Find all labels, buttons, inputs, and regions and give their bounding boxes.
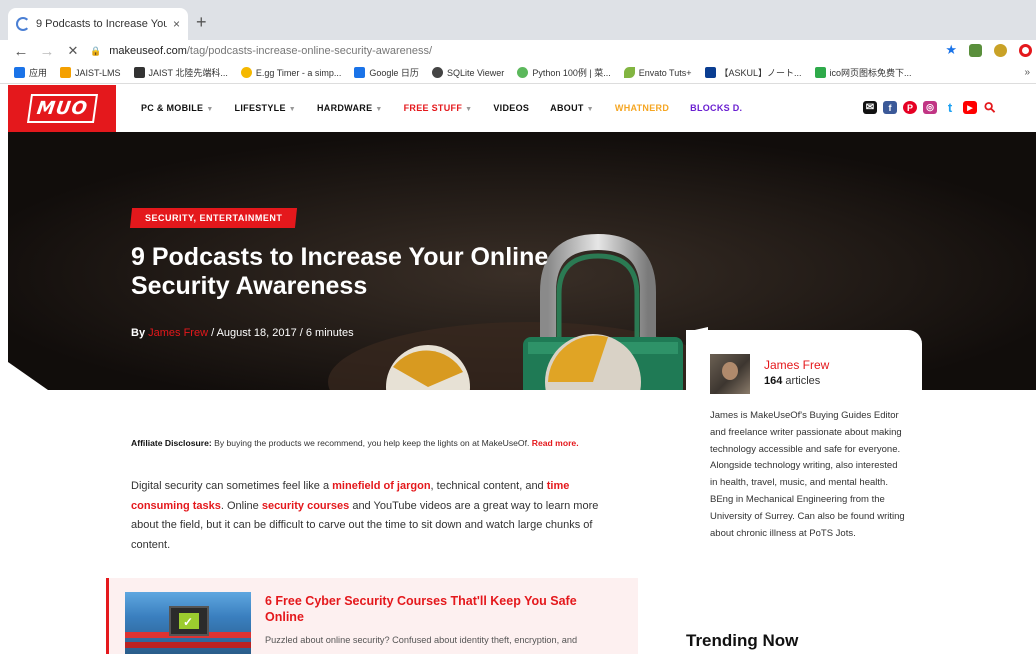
site-header: MUO PC & MOBILE ▼ LIFESTYLE ▼ HARDWARE ▼ FR… xyxy=(8,85,1036,132)
apps-icon xyxy=(14,67,25,78)
bookmark-favicon-icon xyxy=(240,67,252,78)
youtube-icon[interactable]: ▶ xyxy=(963,101,977,114)
related-article-card[interactable]: ✓ 6 Free Cyber Security Courses That'll … xyxy=(106,578,638,654)
bookmark-item[interactable]: JAIST-LMS xyxy=(60,67,121,78)
bookmark-favicon-icon xyxy=(704,67,716,78)
minefield-of-jargon-link[interactable]: minefield of jargon xyxy=(332,480,430,492)
bookmark-star-icon[interactable]: ★ xyxy=(945,42,957,58)
affiliate-disclosure: Affiliate Disclosure: By buying the prod… xyxy=(131,438,579,448)
bookmark-item[interactable]: Python 100例 | 菜... xyxy=(517,66,611,79)
trending-now-heading: Trending Now xyxy=(686,631,799,650)
category-tags[interactable]: SECURITY, ENTERTAINMENT xyxy=(129,208,298,228)
bookmark-item[interactable]: SQLite Viewer xyxy=(431,67,504,78)
address-bar[interactable]: 🔒 makeuseof.com/tag/podcasts-increase-on… xyxy=(90,41,960,61)
url-host: makeuseof.com xyxy=(109,45,187,57)
bookmark-favicon-icon xyxy=(431,67,443,78)
bookmark-item[interactable]: JAIST 北陸先端科... xyxy=(133,66,228,79)
url-path: /tag/podcasts-increase-online-security-a… xyxy=(186,45,433,57)
read-more-link[interactable]: Read more xyxy=(532,438,576,448)
browser-toolbar: ← → ✕ 🔒 makeuseof.com/tag/podcasts-incre… xyxy=(0,40,1036,62)
bookmarks-overflow-button[interactable]: » xyxy=(1024,67,1030,78)
extension-icon[interactable] xyxy=(994,43,1007,57)
byline-by: By xyxy=(131,327,146,339)
related-article-title[interactable]: 6 Free Cyber Security Courses That'll Ke… xyxy=(265,593,605,625)
twitter-icon[interactable]: t xyxy=(943,100,957,115)
byline-author-link[interactable]: James Frew xyxy=(148,327,208,339)
related-article-description: Puzzled about online security? Confused … xyxy=(265,635,578,645)
facebook-icon[interactable]: f xyxy=(883,101,897,114)
bookmark-item[interactable]: Google 日历 xyxy=(354,66,419,79)
bookmarks-bar: 应用 JAIST-LMS JAIST 北陸先端科... E.gg Timer -… xyxy=(0,62,1036,84)
search-icon[interactable]: ⚲ xyxy=(980,98,999,117)
menu-item-pc-mobile[interactable]: PC & MOBILE ▼ xyxy=(141,103,214,113)
author-article-count: 164 articles xyxy=(764,375,821,387)
new-tab-button[interactable]: + xyxy=(196,13,207,31)
author-avatar[interactable] xyxy=(710,354,750,394)
stop-button[interactable]: ✕ xyxy=(62,43,84,59)
bookmark-favicon-icon xyxy=(60,67,72,78)
social-links: ✉ f P ◎ t ▶ ⚲ xyxy=(863,98,999,117)
email-icon[interactable]: ✉ xyxy=(863,101,877,114)
browser-window: 9 Podcasts to Increase Your Onl × + ← → … xyxy=(0,0,1036,654)
menu-item-free-stuff[interactable]: FREE STUFF ▼ xyxy=(404,103,473,113)
extension-icon[interactable] xyxy=(1019,43,1032,57)
related-article-thumbnail[interactable]: ✓ xyxy=(125,592,251,654)
security-courses-link[interactable]: security courses xyxy=(262,500,349,512)
tab-title: 9 Podcasts to Increase Your Onl xyxy=(36,18,167,30)
bookmark-item[interactable]: Envato Tuts+ xyxy=(623,67,692,78)
extension-icons: ★ xyxy=(945,42,1032,58)
forward-button[interactable]: → xyxy=(36,43,58,60)
main-menu: PC & MOBILE ▼ LIFESTYLE ▼ HARDWARE ▼ FREE S… xyxy=(141,103,763,113)
extension-icon[interactable] xyxy=(969,43,982,57)
article-title: 9 Podcasts to Increase Your Online Secur… xyxy=(131,243,549,300)
instagram-icon[interactable]: ◎ xyxy=(923,101,937,114)
bookmark-item[interactable]: 【ASKUL】ノート... xyxy=(704,66,802,79)
author-name-link[interactable]: James Frew xyxy=(764,358,829,372)
bookmark-item[interactable]: ico网页图标免费下... xyxy=(814,66,912,79)
pinterest-icon[interactable]: P xyxy=(903,101,917,114)
lock-icon: 🔒 xyxy=(90,45,102,56)
leaf-icon xyxy=(623,67,635,78)
author-card: James Frew 164 articles James is MakeUse… xyxy=(686,330,922,580)
menu-item-blocks[interactable]: BLOCKS D. xyxy=(690,103,742,113)
loading-spinner-icon xyxy=(16,17,30,31)
menu-item-lifestyle[interactable]: LIFESTYLE ▼ xyxy=(235,103,296,113)
tab-strip: 9 Podcasts to Increase Your Onl × + xyxy=(0,0,1036,40)
byline-meta: / August 18, 2017 / 6 minutes xyxy=(208,327,354,339)
checkmark-icon: ✓ xyxy=(183,615,194,629)
article-intro: Digital security can sometimes feel like… xyxy=(131,480,599,551)
bookmark-favicon-icon xyxy=(814,67,826,78)
active-tab[interactable]: 9 Podcasts to Increase Your Onl × xyxy=(8,8,188,40)
menu-item-about[interactable]: ABOUT ▼ xyxy=(550,103,594,113)
back-button[interactable]: ← xyxy=(10,43,32,60)
menu-item-whatnerd[interactable]: WHATNERD xyxy=(615,103,669,113)
bookmark-item[interactable]: 应用 xyxy=(14,66,47,79)
bookmark-item[interactable]: E.gg Timer - a simp... xyxy=(240,67,341,78)
author-bio: James is MakeUseOf's Buying Guides Edito… xyxy=(710,410,905,539)
bookmark-favicon-icon xyxy=(517,67,529,78)
article-byline: By James Frew / August 18, 2017 / 6 minu… xyxy=(131,327,354,339)
logo-text: MUO xyxy=(26,94,98,123)
menu-item-hardware[interactable]: HARDWARE ▼ xyxy=(317,103,383,113)
site-logo[interactable]: MUO xyxy=(8,85,116,132)
calendar-icon xyxy=(354,67,366,78)
tab-close-icon[interactable]: × xyxy=(173,17,180,31)
bookmark-favicon-icon xyxy=(133,67,145,78)
menu-item-videos[interactable]: VIDEOS xyxy=(493,103,529,113)
